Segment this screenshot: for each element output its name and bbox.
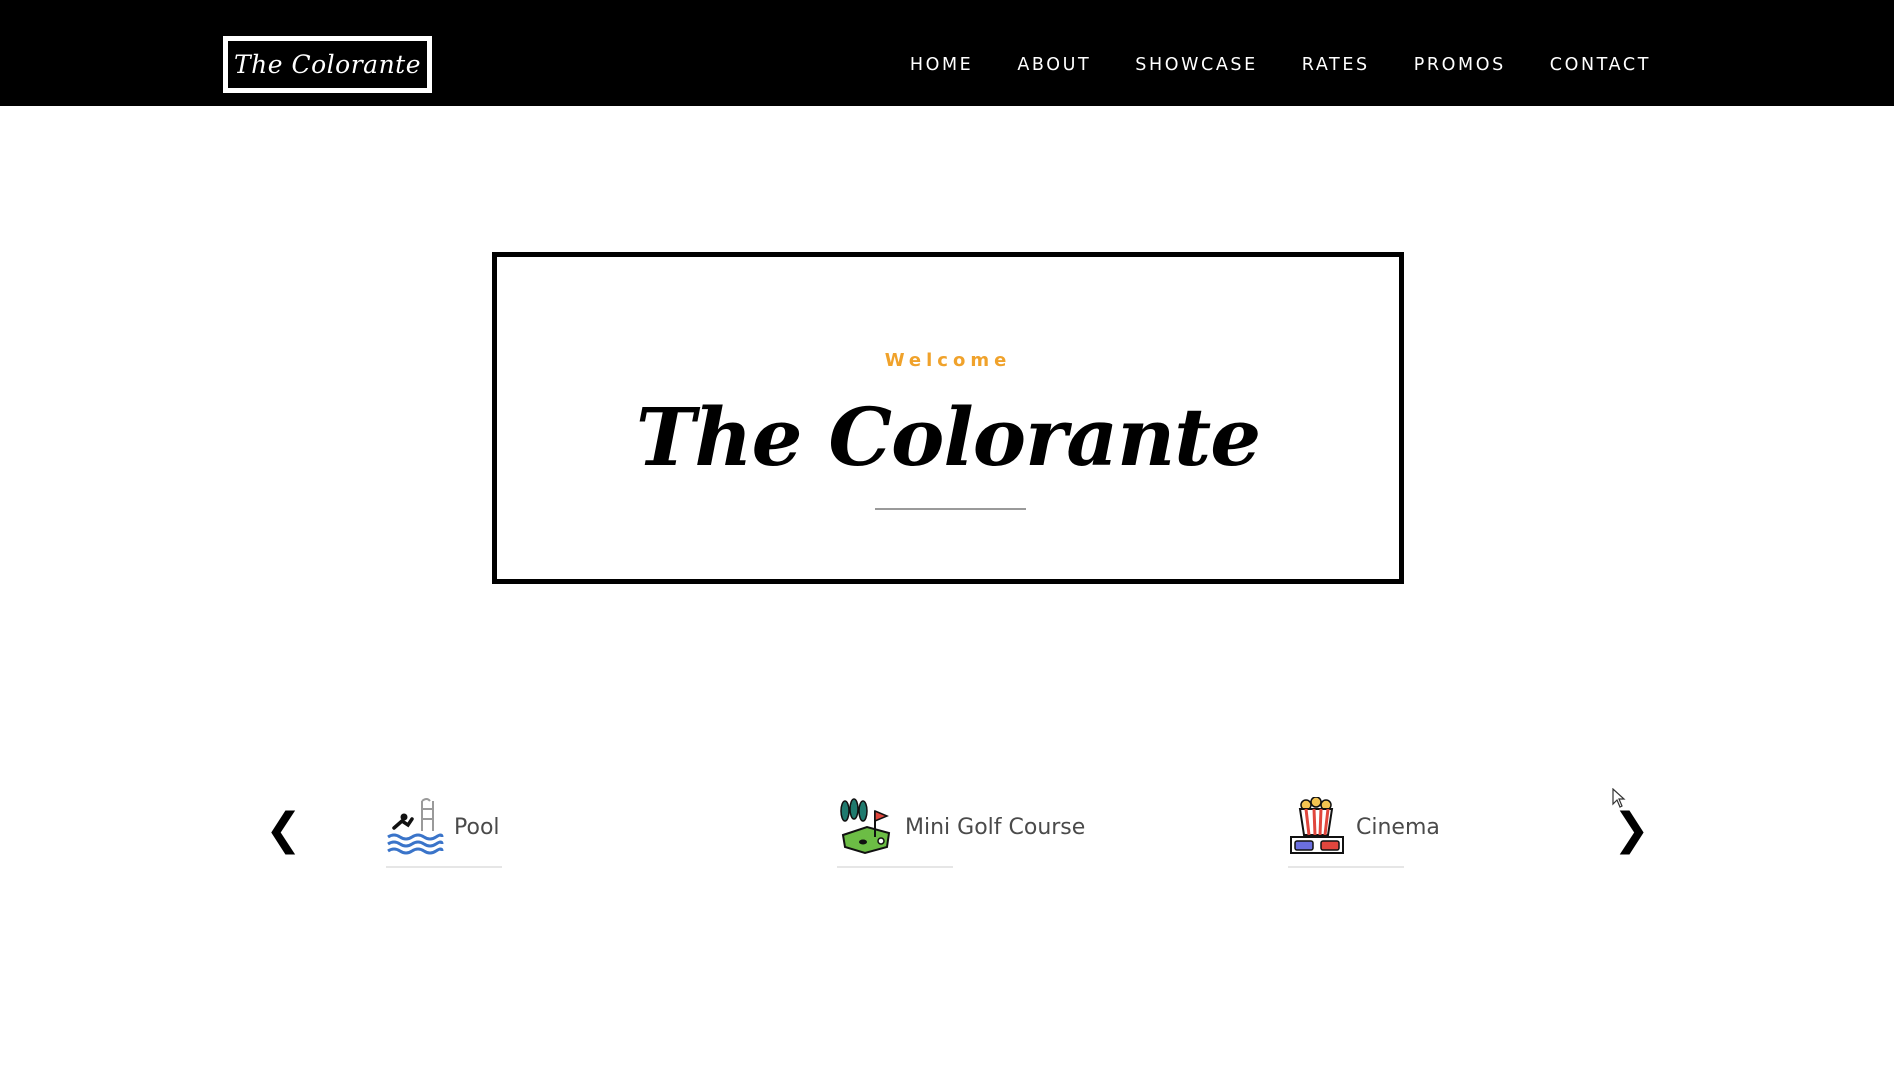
nav-link-about[interactable]: ABOUT <box>1017 52 1091 78</box>
carousel-next-button[interactable]: ❯ <box>1613 805 1650 855</box>
amenity-item-pool[interactable]: Pool <box>386 786 502 868</box>
nav-link-home[interactable]: HOME <box>910 52 974 78</box>
site-logo[interactable]: The Colorante <box>223 36 432 93</box>
mini-golf-icon <box>840 798 891 855</box>
cinema-icon <box>1290 797 1344 854</box>
amenity-item-cinema[interactable]: Cinema <box>1288 786 1440 868</box>
main-navigation: HOME ABOUT SHOWCASE RATES PROMOS CONTACT <box>866 52 1651 78</box>
amenity-item-mini-golf[interactable]: Mini Golf Course <box>837 786 1085 868</box>
nav-link-contact[interactable]: CONTACT <box>1550 52 1651 78</box>
amenity-label: Cinema <box>1356 814 1440 840</box>
amenity-label: Mini Golf Course <box>905 814 1086 840</box>
pool-icon <box>387 798 444 855</box>
hero-frame: Welcome The Colorante <box>492 252 1404 584</box>
hero-divider <box>875 508 1026 510</box>
carousel-prev-button[interactable]: ❮ <box>265 805 302 855</box>
nav-link-promos[interactable]: PROMOS <box>1414 52 1506 78</box>
amenity-underline <box>1288 866 1404 868</box>
hero-eyebrow: Welcome <box>884 350 1012 371</box>
navbar: The Colorante HOME ABOUT SHOWCASE RATES … <box>0 0 1894 106</box>
amenity-label: Pool <box>454 814 500 840</box>
mouse-cursor-icon <box>1612 788 1626 808</box>
amenity-underline <box>386 866 502 868</box>
nav-link-rates[interactable]: RATES <box>1302 52 1370 78</box>
nav-link-showcase[interactable]: SHOWCASE <box>1135 52 1258 78</box>
hero-title: The Colorante <box>635 390 1261 484</box>
amenity-underline <box>837 866 953 868</box>
site-logo-text: The Colorante <box>233 50 422 79</box>
